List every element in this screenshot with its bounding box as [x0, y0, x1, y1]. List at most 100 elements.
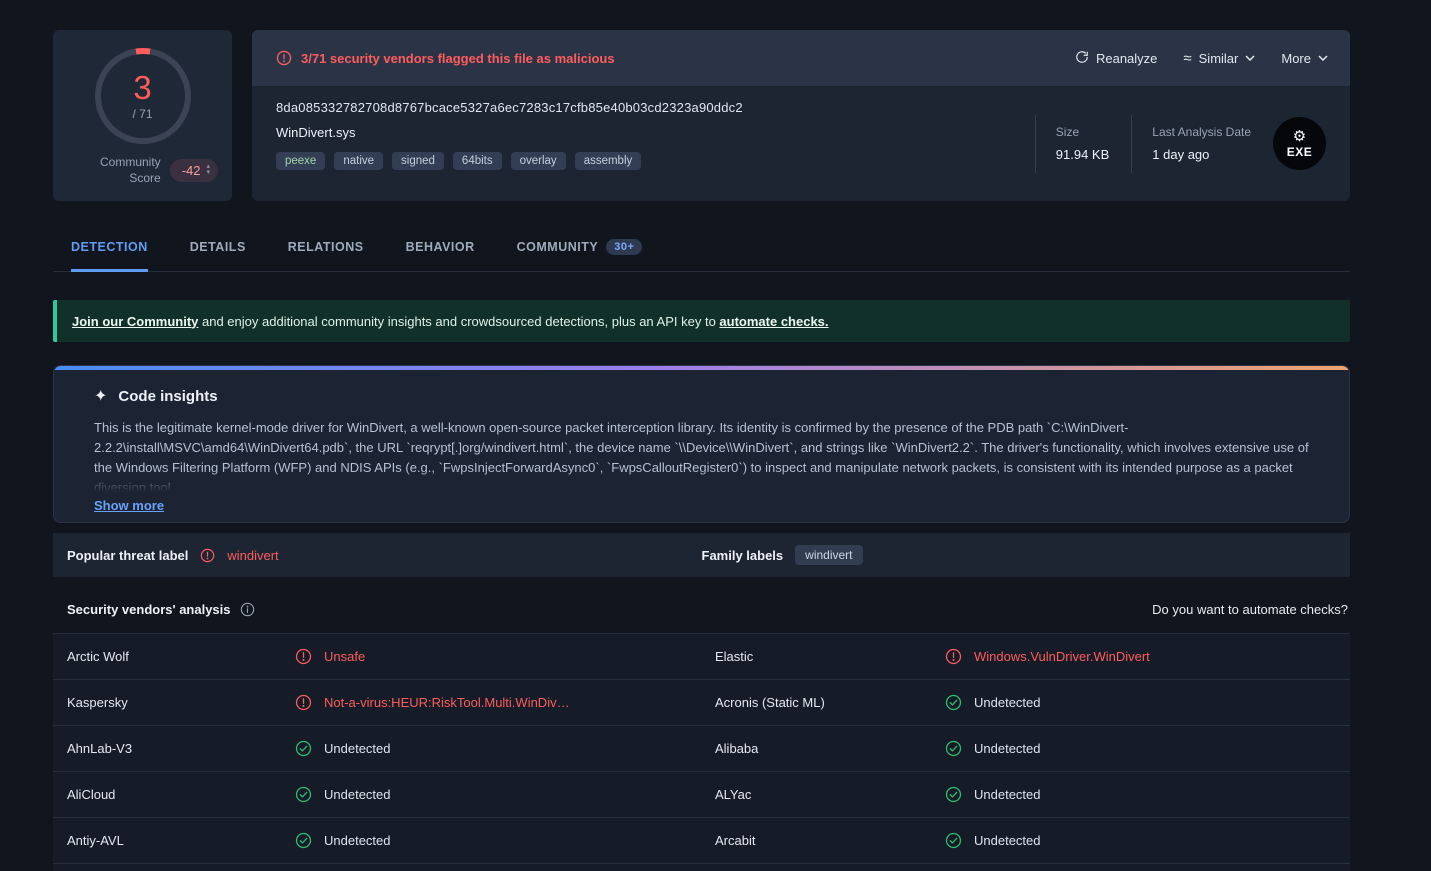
tab-label: BEHAVIOR: [405, 240, 475, 254]
result-text: Unsafe: [324, 649, 366, 664]
file-header-card: 3/71 security vendors flagged this file …: [252, 30, 1350, 201]
size-stat: Size 91.94 KB: [1034, 114, 1110, 173]
alert-icon: [295, 648, 312, 665]
header-actions: Reanalyze ≈ Similar More: [1075, 50, 1328, 67]
vendor-name: Arcabit: [715, 833, 756, 848]
vendor-result: Undetected: [945, 694, 1350, 711]
vendor-result: Undetected: [945, 740, 1350, 757]
sparkle-icon: ✦: [94, 388, 108, 405]
tab-bar: DETECTION DETAILS RELATIONS BEHAVIOR COM…: [53, 239, 1350, 272]
tag-assembly[interactable]: assembly: [574, 152, 642, 170]
check-icon: [295, 832, 312, 849]
file-hash: 8da085332782708d8767bcace5327a6ec7283c17…: [276, 100, 743, 115]
alert-icon: [945, 648, 962, 665]
show-more-link[interactable]: Show more: [94, 498, 164, 513]
family-label-chip[interactable]: windivert: [795, 545, 863, 565]
tab-detection[interactable]: DETECTION: [71, 239, 148, 272]
tag-overlay[interactable]: overlay: [510, 152, 566, 170]
popular-threat-label: Popular threat label windivert: [67, 548, 702, 563]
vendor-result: Undetected: [945, 786, 1350, 803]
size-value: 91.94 KB: [1055, 147, 1110, 162]
vendor-name: AliCloud: [67, 787, 116, 802]
table-row: AhnLab-V3 Undetected Alibaba Undetected: [53, 726, 1350, 772]
check-icon: [295, 740, 312, 757]
automate-checks-link[interactable]: automate checks.: [719, 314, 828, 329]
code-insights-header: ✦ Code insights: [94, 386, 1309, 406]
result-text: Undetected: [324, 833, 391, 848]
family-labels: Family labels windivert: [702, 545, 1337, 565]
tab-community[interactable]: COMMUNITY 30+: [517, 239, 643, 272]
detections-total: / 71: [132, 107, 153, 121]
vendor-result: Not-a-virus:HEUR:RiskTool.Multi.WinDiv…: [295, 694, 715, 711]
similar-button[interactable]: ≈ Similar: [1183, 51, 1255, 66]
vendor-name: Elastic: [715, 649, 754, 664]
tab-relations[interactable]: RELATIONS: [288, 239, 364, 272]
file-stats: Size 91.94 KB Last Analysis Date 1 day a…: [1034, 86, 1350, 201]
tag-64bits[interactable]: 64bits: [452, 152, 502, 170]
check-icon: [945, 694, 962, 711]
score-widget: 3 / 71 Community Score -42 ▴ ▾: [53, 30, 232, 201]
detections-count: 3: [133, 69, 152, 106]
tab-behavior[interactable]: BEHAVIOR: [406, 239, 475, 272]
vendors-title-wrap: Security vendors' analysis: [67, 602, 255, 617]
popular-threat-value[interactable]: windivert: [227, 548, 278, 563]
code-insights-content: ✦ Code insights This is the legitimate k…: [54, 370, 1349, 513]
threat-label-row: Popular threat label windivert Family la…: [53, 533, 1350, 577]
alert-icon: [295, 694, 312, 711]
code-insights-card: ✦ Code insights This is the legitimate k…: [53, 365, 1350, 523]
community-count-badge: 30+: [606, 239, 643, 255]
donut-inner: 3 / 71: [100, 54, 185, 138]
filetype-label: EXE: [1286, 144, 1313, 159]
banner-text: and enjoy additional community insights …: [198, 313, 720, 329]
result-text: Undetected: [324, 787, 391, 802]
join-community-link[interactable]: Join our Community: [72, 314, 198, 329]
vendors-table: Arctic Wolf Unsafe Elastic Windows.VulnD…: [53, 633, 1350, 871]
more-button[interactable]: More: [1281, 51, 1328, 66]
community-score-row: Community Score -42 ▴ ▾: [67, 154, 218, 186]
community-banner: Join our Community and enjoy additional …: [53, 300, 1350, 342]
vendor-name: Antiy-AVL: [67, 833, 124, 848]
community-score-label: Community Score: [100, 155, 161, 186]
tag-peexe[interactable]: peexe: [276, 152, 326, 170]
info-icon[interactable]: [240, 602, 255, 617]
tag-signed[interactable]: signed: [392, 152, 444, 170]
tag-native[interactable]: native: [334, 152, 384, 170]
top-row: 3 / 71 Community Score -42 ▴ ▾ 3/71 secu…: [53, 30, 1350, 201]
table-row: Arctic Wolf Unsafe Elastic Windows.VulnD…: [53, 634, 1350, 680]
last-analysis-stat: Last Analysis Date 1 day ago: [1131, 114, 1251, 173]
vendor-name: Arctic Wolf: [67, 649, 129, 664]
tab-label: RELATIONS: [287, 240, 364, 254]
code-insights-title: Code insights: [118, 387, 218, 405]
fade-overlay: [94, 470, 1309, 492]
table-row: AliCloud Undetected ALYac Undetected: [53, 772, 1350, 818]
file-tags: peexe native signed 64bits overlay assem…: [276, 152, 1011, 170]
tab-label: DETAILS: [189, 240, 246, 254]
alert-icon: [200, 548, 215, 563]
file-name: WinDivert.sys: [276, 125, 356, 140]
tab-details[interactable]: DETAILS: [190, 239, 246, 272]
check-icon: [945, 740, 962, 757]
stepper-arrows-icon[interactable]: ▴ ▾: [206, 163, 210, 176]
tab-label: COMMUNITY: [516, 240, 599, 254]
check-icon: [945, 832, 962, 849]
community-score-stepper[interactable]: -42 ▴ ▾: [169, 158, 218, 182]
automate-checks-prompt[interactable]: Do you want to automate checks?: [1152, 602, 1348, 617]
detection-score-donut: 3 / 71: [94, 48, 191, 144]
table-row: Antiy-AVL Undetected Arcabit Undetected: [53, 818, 1350, 864]
similar-icon: ≈: [1183, 49, 1192, 67]
result-text: Windows.VulnDriver.WinDivert: [974, 649, 1150, 664]
refresh-icon: [1075, 50, 1089, 67]
reanalyze-button[interactable]: Reanalyze: [1075, 50, 1157, 67]
community-score-value: -42: [181, 162, 201, 178]
result-text: Undetected: [974, 787, 1041, 802]
size-label: Size: [1055, 125, 1080, 139]
vendor-result: Undetected: [945, 832, 1350, 849]
family-labels-title: Family labels: [701, 547, 784, 563]
detection-banner: 3/71 security vendors flagged this file …: [252, 30, 1350, 86]
similar-label: Similar: [1198, 50, 1239, 66]
vendor-name: Alibaba: [715, 741, 759, 756]
flag-message: 3/71 security vendors flagged this file …: [301, 50, 615, 66]
check-icon: [295, 786, 312, 803]
chevron-down-icon: [1245, 55, 1255, 61]
clipped-next-row: [53, 864, 1350, 871]
